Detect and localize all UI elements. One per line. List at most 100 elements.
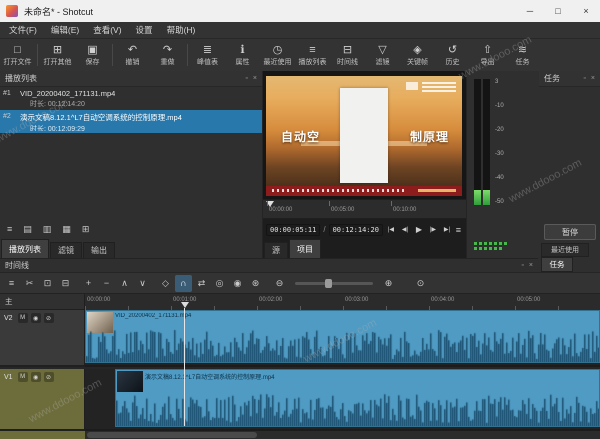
clip-v2[interactable]: VID_20200402_171131.mp4	[85, 310, 600, 363]
copy-icon[interactable]: ⊡	[39, 275, 56, 292]
view-details-icon[interactable]: ▤	[23, 224, 32, 235]
tab-project[interactable]: 项目	[289, 239, 321, 258]
timeline-label: 时间线	[337, 57, 358, 67]
view-grid-icon[interactable]: ⊞	[82, 224, 90, 235]
mute-icon[interactable]: M	[18, 372, 28, 382]
play-button[interactable]: ▶	[413, 223, 425, 236]
save-button[interactable]: ▣ 保存	[75, 39, 110, 71]
overwrite-icon[interactable]: ∨	[134, 275, 151, 292]
tab-filters[interactable]: 滤镜	[50, 242, 82, 258]
scrollbar-handle[interactable]	[87, 432, 257, 438]
zoom-fit-icon[interactable]: ⊙	[412, 275, 429, 292]
recent-button[interactable]: ◷ 最近使用	[260, 39, 295, 71]
playlist-menu-icon[interactable]: ≡	[7, 224, 12, 234]
view-tiles-icon[interactable]: ▥	[43, 224, 52, 235]
undo-button[interactable]: ↶ 撤销	[115, 39, 150, 71]
scrub-while-dragging-icon[interactable]: ⇄	[193, 275, 210, 292]
minimize-button[interactable]: ─	[516, 0, 544, 22]
properties-icon: ℹ	[240, 44, 244, 56]
close-icon[interactable]: ×	[253, 75, 257, 82]
meter-bar-left	[474, 79, 481, 205]
zoom-out-icon[interactable]: ⊖	[271, 275, 288, 292]
zoom-slider-handle[interactable]	[325, 279, 332, 288]
marker-icon[interactable]: ◇	[157, 275, 174, 292]
toolbar-separator	[187, 44, 188, 66]
position-timecode[interactable]: 00:00:05:11	[266, 224, 320, 236]
recent-icon: ◷	[273, 44, 283, 56]
timeline-ruler[interactable]: 00:00:00 00:01:00 00:02:00 00:03:00 00:0…	[85, 294, 600, 311]
menu-edit[interactable]: 编辑(E)	[44, 24, 86, 36]
master-track-head[interactable]: 主	[0, 294, 85, 310]
track-lane-v1[interactable]: 演示文稿8.12.1^L7自动空调系统的控制原理.mp4	[85, 369, 600, 431]
float-icon[interactable]: ▫	[245, 75, 247, 82]
keyframes-button[interactable]: ◈ 关键帧	[400, 39, 435, 71]
menu-file[interactable]: 文件(F)	[2, 24, 44, 36]
lock-icon[interactable]: ⊘	[44, 313, 54, 323]
float-icon[interactable]: ▫	[521, 262, 523, 269]
close-button[interactable]: ×	[572, 0, 600, 22]
open-file-button[interactable]: □ 打开文件	[0, 39, 35, 71]
lift-icon[interactable]: ∧	[116, 275, 133, 292]
transport-bar: 00:00:05:11 / 00:12:14:20 |◀ ◀| ▶ |▶ ▶| …	[263, 221, 466, 238]
lock-icon[interactable]: ⊘	[44, 372, 54, 382]
cut-icon[interactable]: ✂	[21, 275, 38, 292]
jobs-button[interactable]: ≋ 任务	[505, 39, 540, 71]
snap-icon[interactable]: ∩	[175, 275, 192, 292]
open-other-button[interactable]: ⊞ 打开其他	[40, 39, 75, 71]
history-button[interactable]: ↺ 历史	[435, 39, 470, 71]
playlist-button[interactable]: ≡ 播放列表	[295, 39, 330, 71]
playlist-item-2[interactable]: #2 演示文稿8.12.1^L7自动空调系统的控制原理.mp4 时长: 00:1…	[0, 110, 262, 133]
menu-help[interactable]: 帮助(H)	[160, 24, 203, 36]
track-head-v1[interactable]: V1 M ◉ ⊘	[0, 369, 85, 431]
playlist-item-index: #1	[3, 89, 17, 108]
skip-to-start-button[interactable]: |◀	[385, 223, 397, 236]
filters-button[interactable]: ▽ 滤镜	[365, 39, 400, 71]
open-other-icon: ⊞	[53, 44, 62, 56]
zoom-in-icon[interactable]: ⊕	[380, 275, 397, 292]
skip-to-end-button[interactable]: ▶|	[441, 223, 453, 236]
menu-view[interactable]: 查看(V)	[86, 24, 128, 36]
timeline-horizontal-scrollbar[interactable]	[85, 431, 600, 439]
close-icon[interactable]: ×	[591, 75, 595, 82]
tab-source[interactable]: 源	[264, 242, 288, 258]
mute-icon[interactable]: M	[18, 313, 28, 323]
float-icon[interactable]: ▫	[583, 75, 585, 82]
clip-v1[interactable]: 演示文稿8.12.1^L7自动空调系统的控制原理.mp4	[115, 369, 600, 427]
export-button[interactable]: ⇧ 导出	[470, 39, 505, 71]
track-head-v2[interactable]: V2 M ◉ ⊘	[0, 310, 85, 367]
timeline-playhead-line[interactable]	[184, 308, 185, 426]
ripple-all-tracks-icon[interactable]: ◉	[229, 275, 246, 292]
timeline-button[interactable]: ⊟ 时间线	[330, 39, 365, 71]
hide-icon[interactable]: ◉	[31, 313, 41, 323]
timeline-playhead-marker[interactable]	[181, 302, 189, 308]
seek-bar[interactable]: 00:00:00 00:05:00 00:10:00	[263, 199, 466, 219]
pause-button[interactable]: 暂停	[544, 224, 596, 240]
tab-playlist[interactable]: 播放列表	[1, 239, 49, 258]
player-menu-icon[interactable]: ≡	[456, 225, 463, 235]
redo-button[interactable]: ↷ 重做	[150, 39, 185, 71]
tab-output[interactable]: 输出	[83, 242, 115, 258]
video-caption-right: 制原理	[410, 128, 449, 145]
timeline-menu-icon[interactable]: ≡	[3, 275, 20, 292]
tab-jobs[interactable]: 任务	[541, 257, 573, 272]
ripple-icon[interactable]: ◎	[211, 275, 228, 292]
close-icon[interactable]: ×	[529, 262, 533, 269]
zoom-slider[interactable]	[295, 282, 373, 285]
maximize-button[interactable]: □	[544, 0, 572, 22]
tab-recent[interactable]: 最近使用	[541, 243, 589, 257]
hide-icon[interactable]: ◉	[31, 372, 41, 382]
track-lane-v2[interactable]: VID_20200402_171131.mp4	[85, 310, 600, 367]
paste-icon[interactable]: ⊟	[57, 275, 74, 292]
step-forward-button[interactable]: |▶	[427, 223, 439, 236]
append-icon[interactable]: +	[80, 275, 97, 292]
peak-meter-button[interactable]: ≣ 峰值表	[190, 39, 225, 71]
menu-settings[interactable]: 设置	[129, 24, 160, 36]
ruler-label: 00:02:00	[259, 297, 282, 303]
ripple-delete-icon[interactable]: −	[98, 275, 115, 292]
properties-button[interactable]: ℹ 属性	[225, 39, 260, 71]
step-back-button[interactable]: ◀|	[399, 223, 411, 236]
track-v1: V1 M ◉ ⊘ 演示文稿8.12.1^L7自动空调系统的控制原理.mp4	[0, 369, 600, 431]
view-icons-icon[interactable]: ▦	[62, 224, 71, 235]
ripple-markers-icon[interactable]: ⊛	[247, 275, 264, 292]
playlist-item-1[interactable]: #1 VID_20200402_171131.mp4 时长: 00:12:14:…	[0, 87, 262, 110]
